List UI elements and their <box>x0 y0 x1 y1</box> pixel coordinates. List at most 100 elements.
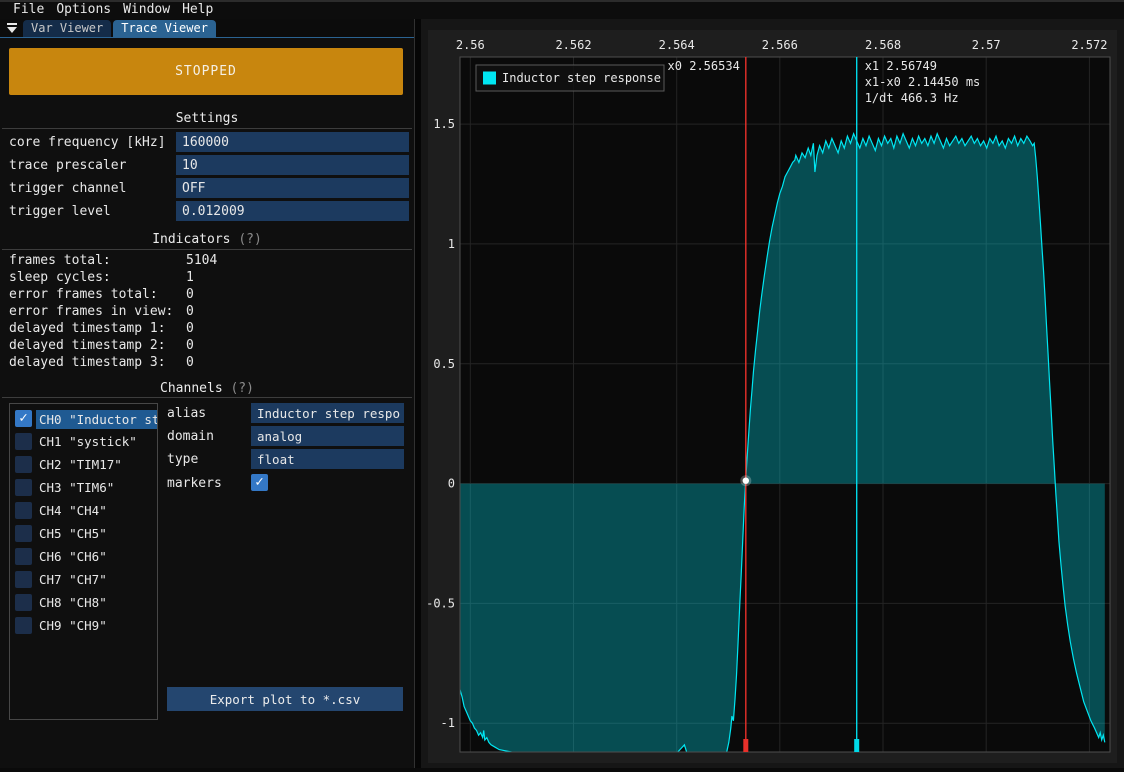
setting-input-trigger-level[interactable] <box>176 201 409 221</box>
channel-row[interactable]: CH2 "TIM17" <box>10 455 157 477</box>
indicators-help-icon[interactable]: (?) <box>238 232 261 247</box>
plot-panel: 2.56 2.562 2.564 2.566 2.568 2.57 2.572 1.5 1 0.5… <box>421 19 1124 768</box>
channel-checkbox[interactable] <box>15 594 32 611</box>
svg-text:2.562: 2.562 <box>555 38 591 52</box>
menu-file[interactable]: File <box>7 2 50 19</box>
channel-checkbox[interactable] <box>15 410 32 427</box>
indicator-label: frames total: <box>9 253 111 268</box>
svg-text:2.57: 2.57 <box>972 38 1001 52</box>
channel-checkbox[interactable] <box>15 617 32 634</box>
channel-prop-label: domain <box>167 429 214 444</box>
channel-checkbox[interactable] <box>15 479 32 496</box>
trace-plot[interactable]: 2.56 2.562 2.564 2.566 2.568 2.57 2.572 1.5 1 0.5… <box>421 19 1124 768</box>
channel-row[interactable]: CH3 "TIM6" <box>10 478 157 500</box>
channel-label[interactable]: CH4 "CH4" <box>39 503 107 518</box>
svg-text:0.5: 0.5 <box>433 357 455 371</box>
channel-list: CH0 "Inductor st CH1 "systick" CH2 "TIM17"… <box>9 403 158 720</box>
channels-section-title: Channels (?) <box>0 381 414 396</box>
legend-swatch-icon <box>483 72 496 85</box>
channel-checkbox[interactable] <box>15 548 32 565</box>
setting-label: core frequency [kHz] <box>9 135 166 150</box>
indicator-value: 5104 <box>186 253 217 268</box>
channel-row[interactable]: CH6 "CH6" <box>10 547 157 569</box>
indicator-value: 0 <box>186 304 194 319</box>
svg-text:2.56: 2.56 <box>456 38 485 52</box>
markers-label: markers <box>167 476 222 491</box>
channel-row[interactable]: CH8 "CH8" <box>10 593 157 615</box>
svg-text:2.566: 2.566 <box>762 38 798 52</box>
channel-row[interactable]: CH1 "systick" <box>10 432 157 454</box>
channel-label[interactable]: CH5 "CH5" <box>39 526 107 541</box>
channel-checkbox[interactable] <box>15 525 32 542</box>
indicators-title-text: Indicators <box>152 232 230 247</box>
svg-text:2.568: 2.568 <box>865 38 901 52</box>
markers-checkbox[interactable] <box>251 474 268 491</box>
svg-text:x1 2.56749: x1 2.56749 <box>865 59 937 73</box>
channel-label[interactable]: CH3 "TIM6" <box>39 480 114 495</box>
indicator-value: 0 <box>186 321 194 336</box>
setting-input-trace-prescaler[interactable] <box>176 155 409 175</box>
channel-prop-input-type[interactable] <box>251 449 404 469</box>
menu-window[interactable]: Window <box>117 2 176 19</box>
marker-x0-label: x0 2.56534 <box>668 59 740 73</box>
indicator-value: 0 <box>186 355 194 370</box>
svg-text:1: 1 <box>448 237 455 251</box>
indicator-label: delayed timestamp 3: <box>9 355 166 370</box>
channel-label[interactable]: CH1 "systick" <box>39 434 137 449</box>
separator <box>2 249 412 250</box>
menu-bar: FileOptionsWindowHelp <box>0 0 1124 19</box>
channel-label[interactable]: CH2 "TIM17" <box>39 457 122 472</box>
tab-list-popup-icon[interactable] <box>4 20 20 37</box>
channel-row[interactable]: CH9 "CH9" <box>10 616 157 638</box>
svg-text:2.564: 2.564 <box>659 38 695 52</box>
channel-label[interactable]: CH0 "Inductor st <box>36 410 158 429</box>
indicator-label: error frames total: <box>9 287 158 302</box>
channel-label[interactable]: CH6 "CH6" <box>39 549 107 564</box>
channel-row[interactable]: CH7 "CH7" <box>10 570 157 592</box>
indicator-label: error frames in view: <box>9 304 173 319</box>
tab-var-viewer[interactable]: Var Viewer <box>23 20 111 37</box>
separator <box>2 128 412 129</box>
setting-input-trigger-channel[interactable] <box>176 178 409 198</box>
channel-prop-label: alias <box>167 406 206 421</box>
menu-help[interactable]: Help <box>176 2 219 19</box>
setting-label: trigger level <box>9 204 111 219</box>
indicator-label: sleep cycles: <box>9 270 111 285</box>
indicator-value: 0 <box>186 338 194 353</box>
channel-label[interactable]: CH9 "CH9" <box>39 618 107 633</box>
tab-bar: Var ViewerTrace Viewer <box>0 19 414 38</box>
svg-text:2.572: 2.572 <box>1071 38 1107 52</box>
export-csv-button[interactable]: Export plot to *.csv <box>167 687 403 711</box>
marker-drag-point[interactable] <box>740 475 751 486</box>
channel-row[interactable]: CH5 "CH5" <box>10 524 157 546</box>
tab-trace-viewer[interactable]: Trace Viewer <box>113 20 216 37</box>
svg-text:1.5: 1.5 <box>433 117 455 131</box>
channels-help-icon[interactable]: (?) <box>230 381 253 396</box>
indicator-label: delayed timestamp 2: <box>9 338 166 353</box>
setting-label: trace prescaler <box>9 158 126 173</box>
channel-label[interactable]: CH8 "CH8" <box>39 595 107 610</box>
channel-label[interactable]: CH7 "CH7" <box>39 572 107 587</box>
separator <box>2 397 412 398</box>
indicator-value: 1 <box>186 270 194 285</box>
settings-section-title: Settings <box>0 111 414 126</box>
channel-row[interactable]: CH4 "CH4" <box>10 501 157 523</box>
indicator-value: 0 <box>186 287 194 302</box>
indicators-section-title: Indicators (?) <box>0 232 414 247</box>
channel-row[interactable]: CH0 "Inductor st <box>10 409 157 431</box>
channel-checkbox[interactable] <box>15 433 32 450</box>
channel-prop-label: type <box>167 452 198 467</box>
channel-checkbox[interactable] <box>15 571 32 588</box>
menu-options[interactable]: Options <box>50 2 117 19</box>
channel-prop-input-domain[interactable] <box>251 426 404 446</box>
svg-text:-1: -1 <box>441 716 455 730</box>
acquisition-status-button[interactable]: STOPPED <box>9 48 403 95</box>
svg-text:1/dt 466.3 Hz: 1/dt 466.3 Hz <box>865 91 959 105</box>
setting-label: trigger channel <box>9 181 126 196</box>
setting-input-core-frequency-kHz-[interactable] <box>176 132 409 152</box>
channel-checkbox[interactable] <box>15 502 32 519</box>
channel-checkbox[interactable] <box>15 456 32 473</box>
plot-legend[interactable]: Inductor step response <box>476 65 664 91</box>
svg-text:Inductor step response: Inductor step response <box>502 71 661 85</box>
channel-prop-input-alias[interactable] <box>251 403 404 423</box>
